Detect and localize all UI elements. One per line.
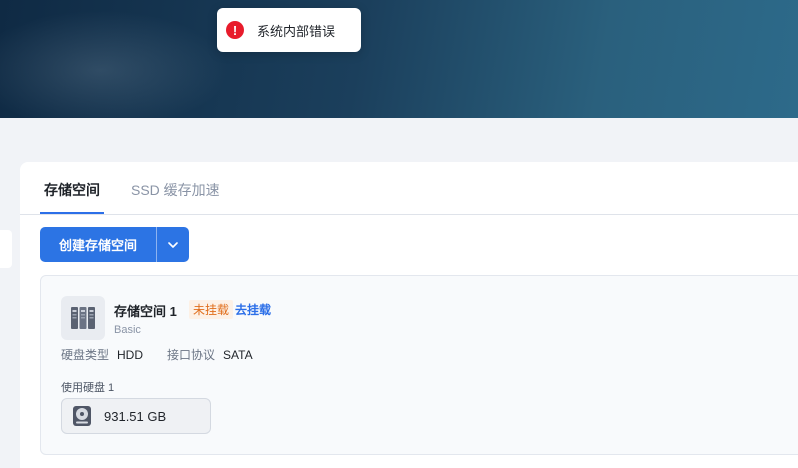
banner-glow [0, 10, 230, 118]
create-dropdown-button[interactable] [157, 227, 189, 262]
tab-ssd-cache[interactable]: SSD 缓存加速 [131, 180, 220, 200]
disk-type-value: HDD [117, 348, 144, 362]
disk-array-icon [61, 296, 105, 340]
storage-card: 存储空间 SSD 缓存加速 创建存储空间 存储空间 1 未挂载 去挂载 Basi… [20, 162, 798, 468]
create-storage-split-button: 创建存储空间 [40, 227, 189, 262]
create-storage-button[interactable]: 创建存储空间 [40, 227, 156, 262]
interface-label: 接口协议 [167, 348, 216, 362]
hdd-icon [73, 406, 91, 426]
mount-link[interactable]: 去挂载 [235, 301, 271, 318]
disk-type-label: 硬盘类型 [61, 348, 110, 362]
mount-status-badge: 未挂载 [189, 300, 234, 319]
disk-type-field: 硬盘类型 HDD [61, 346, 143, 363]
tab-storage-space[interactable]: 存储空间 [44, 180, 100, 200]
storage-pool-card[interactable]: 存储空间 1 未挂载 去挂载 Basic 硬盘类型 HDD 接口协议 SATA 使用… [40, 275, 798, 455]
interface-value: SATA [223, 348, 253, 362]
interface-field: 接口协议 SATA [167, 346, 253, 363]
toast-message: 系统内部错误 [257, 23, 336, 39]
tab-bar: 存储空间 SSD 缓存加速 [20, 162, 798, 215]
pool-name: 存储空间 1 [114, 304, 177, 319]
disk-chip[interactable]: 931.51 GB [61, 398, 211, 434]
chevron-down-icon [168, 241, 178, 248]
disk-size: 931.51 GB [104, 408, 167, 424]
used-disks-label: 使用硬盘 1 [61, 382, 115, 394]
error-icon: ! [226, 21, 244, 39]
side-panel-edge [0, 230, 12, 268]
error-toast: ! 系统内部错误 [217, 8, 361, 52]
header-banner [0, 0, 798, 118]
pool-type: Basic [114, 324, 141, 336]
active-tab-indicator [40, 212, 104, 214]
